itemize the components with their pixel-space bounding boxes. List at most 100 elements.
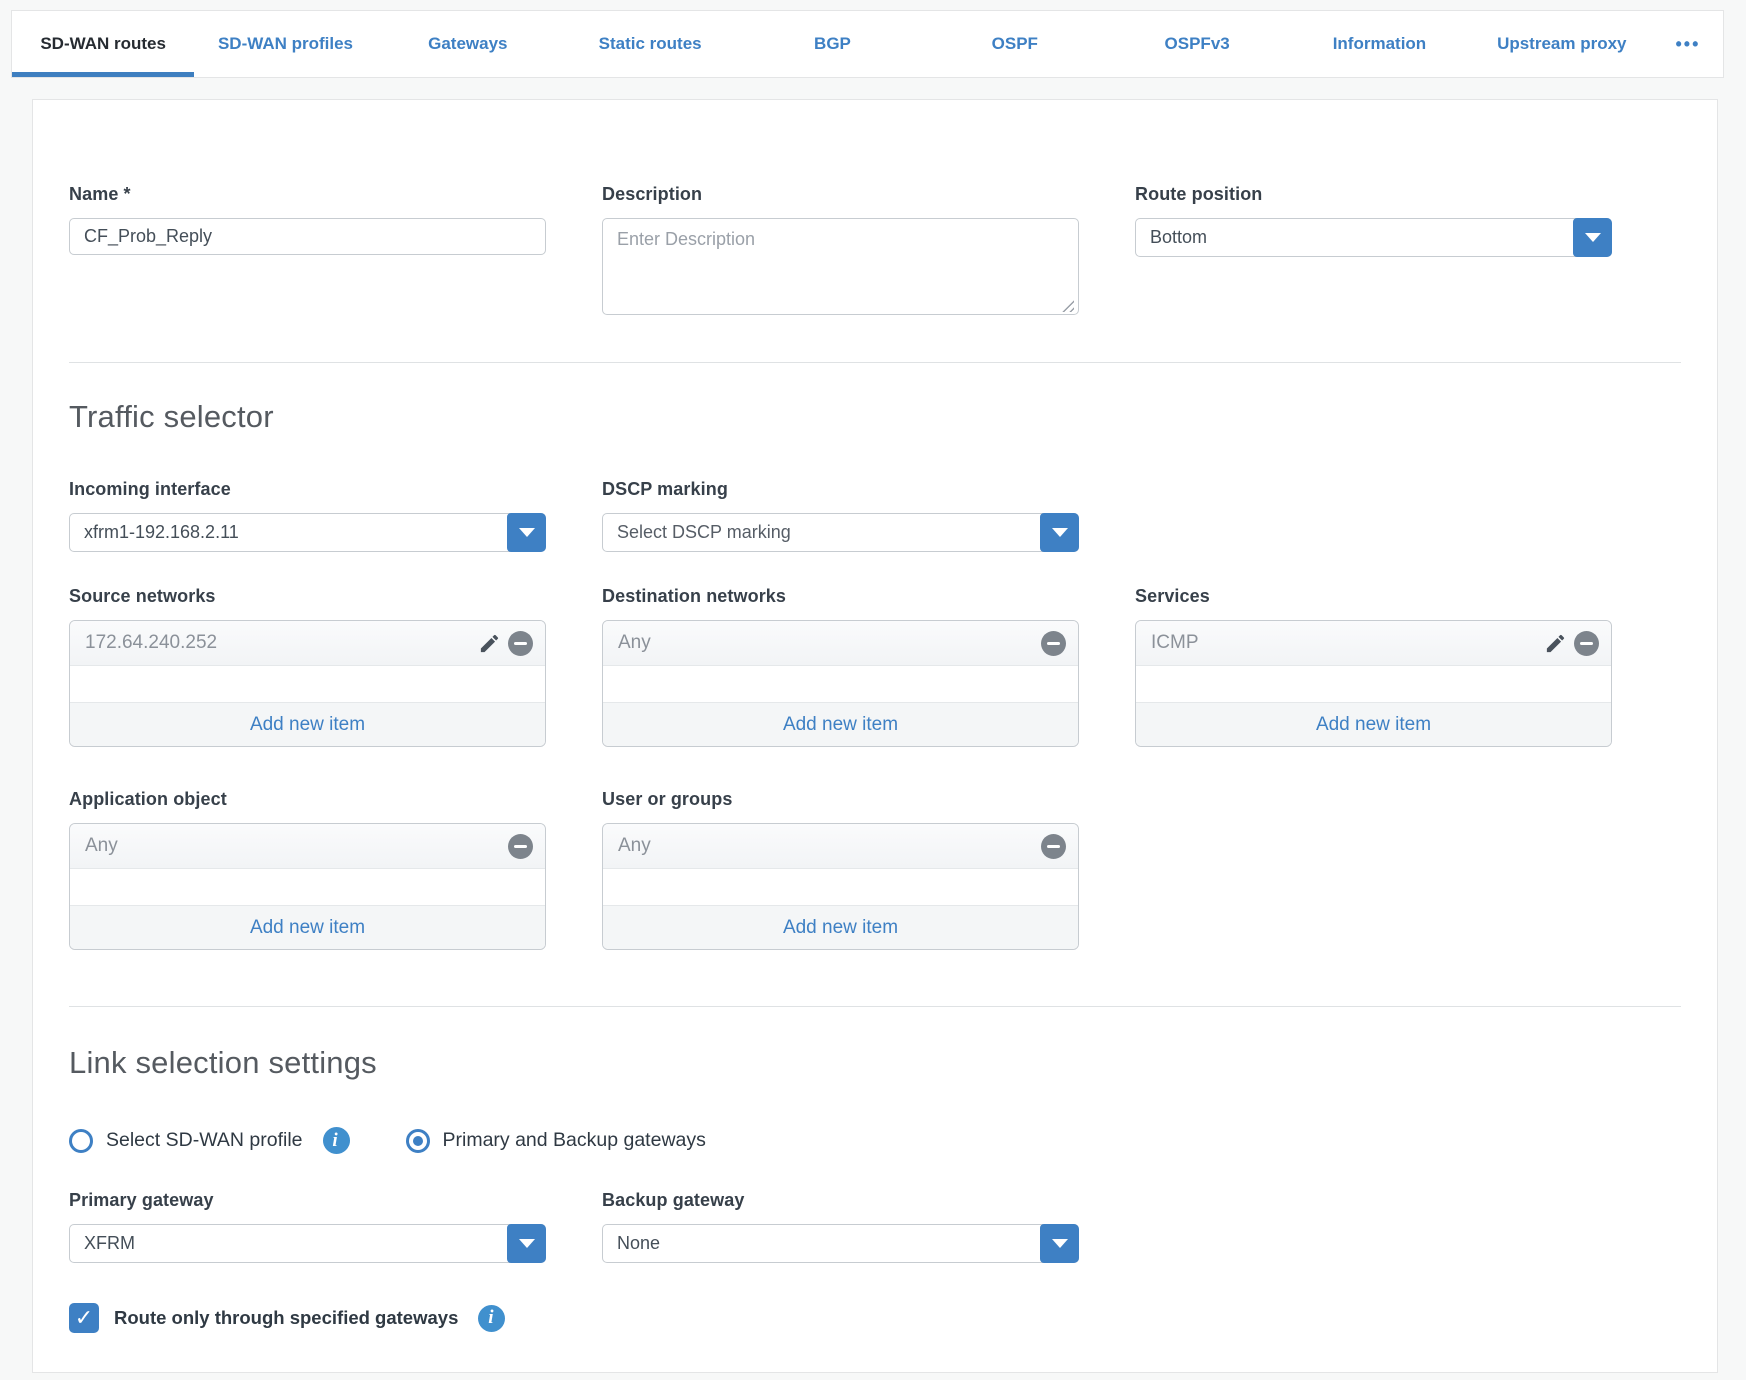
remove-icon[interactable]	[1041, 631, 1066, 656]
remove-icon[interactable]	[508, 631, 533, 656]
application-object-box: Any Add new item	[69, 823, 546, 950]
divider	[69, 362, 1681, 363]
radio-unselected-icon[interactable]	[69, 1129, 93, 1153]
source-networks-box: 172.64.240.252 Add new item	[69, 620, 546, 747]
tab-static-routes[interactable]: Static routes	[559, 11, 741, 77]
edit-icon[interactable]	[477, 631, 501, 655]
info-icon[interactable]: i	[323, 1127, 350, 1154]
chevron-down-icon[interactable]	[1573, 218, 1612, 257]
route-position-field-group: Route position Bottom	[1135, 184, 1612, 257]
tab-information[interactable]: Information	[1288, 11, 1470, 77]
radio-primary-backup-gateways[interactable]: Primary and Backup gateways	[406, 1129, 706, 1153]
more-tabs-icon[interactable]: •••	[1653, 11, 1723, 77]
list-item: Any	[70, 824, 545, 869]
incoming-interface-select[interactable]: xfrm1-192.168.2.11	[69, 513, 546, 552]
tab-bgp[interactable]: BGP	[741, 11, 923, 77]
tab-bar: SD-WAN routes SD-WAN profiles Gateways S…	[11, 10, 1724, 78]
application-object-label: Application object	[69, 789, 546, 810]
chevron-down-icon[interactable]	[507, 1224, 546, 1263]
tab-ospfv3[interactable]: OSPFv3	[1106, 11, 1288, 77]
gateways-row: Primary gateway XFRM Backup gateway None	[69, 1190, 1681, 1263]
incoming-interface-label: Incoming interface	[69, 479, 546, 500]
select-value: xfrm1-192.168.2.11	[84, 522, 239, 543]
link-selection-radio-row: Select SD-WAN profile i Primary and Back…	[69, 1127, 1681, 1154]
description-field-group: Description	[602, 184, 1079, 320]
dscp-marking-select[interactable]: Select DSCP marking	[602, 513, 1079, 552]
listbox-empty-area	[70, 869, 545, 905]
list-item: Any	[603, 621, 1078, 666]
traffic-selector-heading: Traffic selector	[69, 399, 1681, 435]
list-item: Any	[603, 824, 1078, 869]
form-panel: Name * Description Route position Bottom…	[32, 99, 1718, 1373]
services-label: Services	[1135, 586, 1612, 607]
chevron-down-icon[interactable]	[1040, 1224, 1079, 1263]
list-item: 172.64.240.252	[70, 621, 545, 666]
list-item: ICMP	[1136, 621, 1611, 666]
listbox-empty-area	[603, 869, 1078, 905]
user-or-groups-box: Any Add new item	[602, 823, 1079, 950]
select-value: XFRM	[84, 1233, 135, 1254]
general-settings-row: Name * Description Route position Bottom	[69, 184, 1681, 320]
tab-gateways[interactable]: Gateways	[377, 11, 559, 77]
description-label: Description	[602, 184, 1079, 205]
remove-icon[interactable]	[1574, 631, 1599, 656]
destination-networks-label: Destination networks	[602, 586, 1079, 607]
name-input[interactable]	[69, 218, 546, 255]
route-position-label: Route position	[1135, 184, 1612, 205]
listbox-empty-area	[70, 666, 545, 702]
list-item-text: Any	[85, 835, 118, 857]
chevron-down-icon[interactable]	[507, 513, 546, 552]
user-or-groups-field-group: User or groups Any Add new item	[602, 789, 1079, 950]
list-item-text: 172.64.240.252	[85, 632, 217, 654]
list-item-text: ICMP	[1151, 632, 1199, 654]
description-textarea[interactable]	[602, 218, 1079, 315]
dscp-marking-label: DSCP marking	[602, 479, 1079, 500]
destination-networks-box: Any Add new item	[602, 620, 1079, 747]
tab-sdwan-routes[interactable]: SD-WAN routes	[12, 11, 194, 77]
tab-upstream-proxy[interactable]: Upstream proxy	[1471, 11, 1653, 77]
application-users-row: Application object Any Add new item User…	[69, 789, 1681, 950]
primary-gateway-select[interactable]: XFRM	[69, 1224, 546, 1263]
name-field-group: Name *	[69, 184, 546, 255]
add-new-item-button[interactable]: Add new item	[1136, 702, 1611, 746]
add-new-item-button[interactable]: Add new item	[70, 702, 545, 746]
services-field-group: Services ICMP Add new item	[1135, 586, 1612, 747]
source-networks-field-group: Source networks 172.64.240.252 Add new i…	[69, 586, 546, 747]
networks-services-row: Source networks 172.64.240.252 Add new i…	[69, 586, 1681, 747]
application-object-field-group: Application object Any Add new item	[69, 789, 546, 950]
edit-icon[interactable]	[1543, 631, 1567, 655]
route-only-checkbox-label: Route only through specified gateways	[114, 1307, 458, 1329]
remove-icon[interactable]	[508, 834, 533, 859]
route-position-select[interactable]: Bottom	[1135, 218, 1612, 257]
tab-ospf[interactable]: OSPF	[924, 11, 1106, 77]
backup-gateway-select[interactable]: None	[602, 1224, 1079, 1263]
name-label: Name *	[69, 184, 546, 205]
route-only-row: ✓ Route only through specified gateways …	[69, 1303, 1681, 1333]
destination-networks-field-group: Destination networks Any Add new item	[602, 586, 1079, 747]
remove-icon[interactable]	[1041, 834, 1066, 859]
user-or-groups-label: User or groups	[602, 789, 1079, 810]
incoming-interface-field-group: Incoming interface xfrm1-192.168.2.11	[69, 479, 546, 552]
select-value: None	[617, 1233, 660, 1254]
radio-label: Primary and Backup gateways	[443, 1129, 706, 1152]
add-new-item-button[interactable]: Add new item	[603, 905, 1078, 949]
radio-select-sdwan-profile[interactable]: Select SD-WAN profile i	[69, 1127, 350, 1154]
route-only-checkbox[interactable]: ✓	[69, 1303, 99, 1333]
select-value: Select DSCP marking	[617, 522, 791, 543]
backup-gateway-field-group: Backup gateway None	[602, 1190, 1079, 1263]
backup-gateway-label: Backup gateway	[602, 1190, 1079, 1211]
radio-label: Select SD-WAN profile	[106, 1129, 303, 1152]
info-icon[interactable]: i	[478, 1305, 505, 1332]
interface-dscp-row: Incoming interface xfrm1-192.168.2.11 DS…	[69, 479, 1681, 552]
select-value: Bottom	[1150, 227, 1207, 248]
dscp-marking-field-group: DSCP marking Select DSCP marking	[602, 479, 1079, 552]
listbox-empty-area	[1136, 666, 1611, 702]
add-new-item-button[interactable]: Add new item	[70, 905, 545, 949]
radio-selected-icon[interactable]	[406, 1129, 430, 1153]
divider	[69, 1006, 1681, 1007]
chevron-down-icon[interactable]	[1040, 513, 1079, 552]
add-new-item-button[interactable]: Add new item	[603, 702, 1078, 746]
tab-sdwan-profiles[interactable]: SD-WAN profiles	[194, 11, 376, 77]
services-box: ICMP Add new item	[1135, 620, 1612, 747]
primary-gateway-label: Primary gateway	[69, 1190, 546, 1211]
